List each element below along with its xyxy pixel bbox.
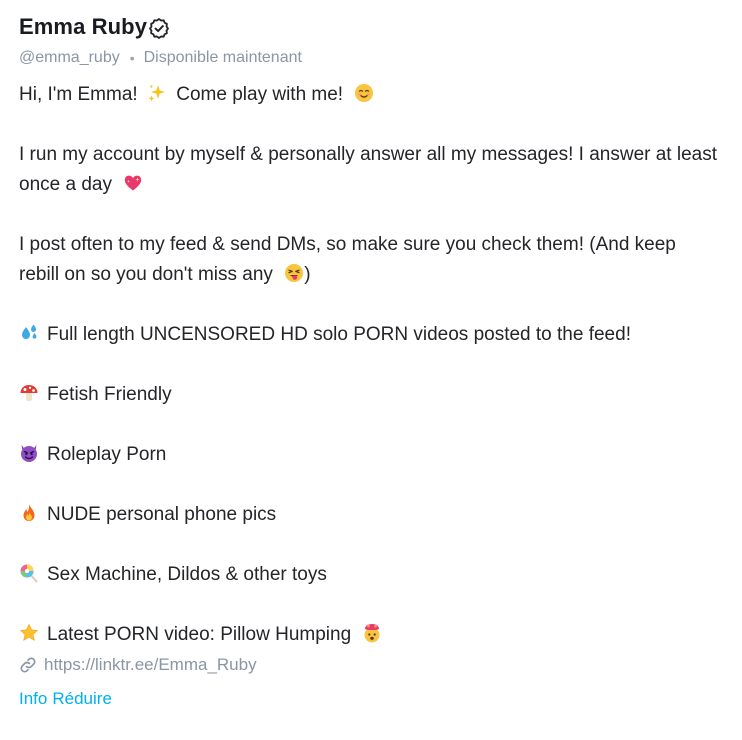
smiling-devil-emoji-icon bbox=[19, 443, 39, 463]
lollipop-emoji-icon bbox=[19, 563, 39, 583]
bio-item-text: Full length UNCENSORED HD solo PORN vide… bbox=[47, 324, 631, 345]
bio-item-text: Fetish Friendly bbox=[47, 384, 172, 405]
bio-paragraph-2-text: I post often to my feed & send DMs, so m… bbox=[19, 234, 676, 285]
bio-item: NUDE personal phone pics bbox=[19, 500, 719, 530]
sparkling-heart-emoji-icon bbox=[123, 173, 143, 193]
external-link[interactable]: https://linktr.ee/Emma_Ruby bbox=[19, 652, 719, 678]
bio-spacer bbox=[19, 590, 719, 620]
bio-item: Fetish Friendly bbox=[19, 380, 719, 410]
smiling-face-emoji-icon bbox=[354, 83, 374, 103]
bio-paragraph-1: I run my account by myself & personally … bbox=[19, 140, 719, 200]
meta-separator: • bbox=[129, 50, 135, 66]
bio-spacer bbox=[19, 350, 719, 380]
availability-status: Disponible maintenant bbox=[143, 49, 302, 66]
fire-emoji-icon bbox=[19, 503, 39, 523]
exploding-head-emoji-icon bbox=[362, 623, 382, 643]
sparkles-emoji-icon bbox=[147, 83, 167, 103]
bio-item: Full length UNCENSORED HD solo PORN vide… bbox=[19, 320, 719, 350]
bio-item: Sex Machine, Dildos & other toys bbox=[19, 560, 719, 590]
bio-spacer bbox=[19, 410, 719, 440]
bio-spacer bbox=[19, 470, 719, 500]
verified-badge-icon bbox=[148, 17, 170, 39]
profile-actions: Info Réduire bbox=[19, 687, 719, 711]
bio-text: Hi, I'm Emma! Come play with me! I run m… bbox=[19, 80, 719, 650]
bio-item-text: Roleplay Porn bbox=[47, 444, 167, 465]
external-link-url[interactable]: https://linktr.ee/Emma_Ruby bbox=[44, 655, 257, 675]
sweat-droplets-emoji-icon bbox=[19, 323, 39, 343]
display-name: Emma Ruby bbox=[19, 14, 148, 39]
profile-header: Emma Ruby @emma_ruby • Disponible mainte… bbox=[19, 12, 719, 711]
link-chain-icon bbox=[19, 656, 37, 674]
username-handle: @emma_ruby bbox=[19, 49, 120, 66]
bio-paragraph-2: I post often to my feed & send DMs, so m… bbox=[19, 230, 719, 290]
bio-item-text: NUDE personal phone pics bbox=[47, 504, 277, 525]
profile-meta: @emma_ruby • Disponible maintenant bbox=[19, 46, 719, 70]
bio-intro-text: Hi, I'm Emma! bbox=[19, 84, 138, 105]
bio-item: Latest PORN video: Pillow Humping bbox=[19, 620, 719, 650]
bio-item-text: Latest PORN video: Pillow Humping bbox=[47, 624, 352, 645]
bio-spacer bbox=[19, 290, 719, 320]
bio-spacer bbox=[19, 200, 719, 230]
collapse-bio-link[interactable]: Réduire bbox=[52, 689, 112, 709]
bio-spacer bbox=[19, 530, 719, 560]
star-emoji-icon bbox=[19, 623, 39, 643]
bio-intro: Hi, I'm Emma! Come play with me! bbox=[19, 80, 719, 110]
info-link[interactable]: Info bbox=[19, 689, 47, 709]
bio-item-text: Sex Machine, Dildos & other toys bbox=[47, 564, 327, 585]
mushroom-emoji-icon bbox=[19, 383, 39, 403]
name-row: Emma Ruby bbox=[19, 12, 719, 42]
bio-item: Roleplay Porn bbox=[19, 440, 719, 470]
winking-tongue-emoji-icon bbox=[284, 263, 304, 283]
bio-spacer bbox=[19, 110, 719, 140]
bio-intro-tail: Come play with me! bbox=[176, 84, 344, 105]
bio-paragraph-2-close: ) bbox=[304, 264, 311, 285]
